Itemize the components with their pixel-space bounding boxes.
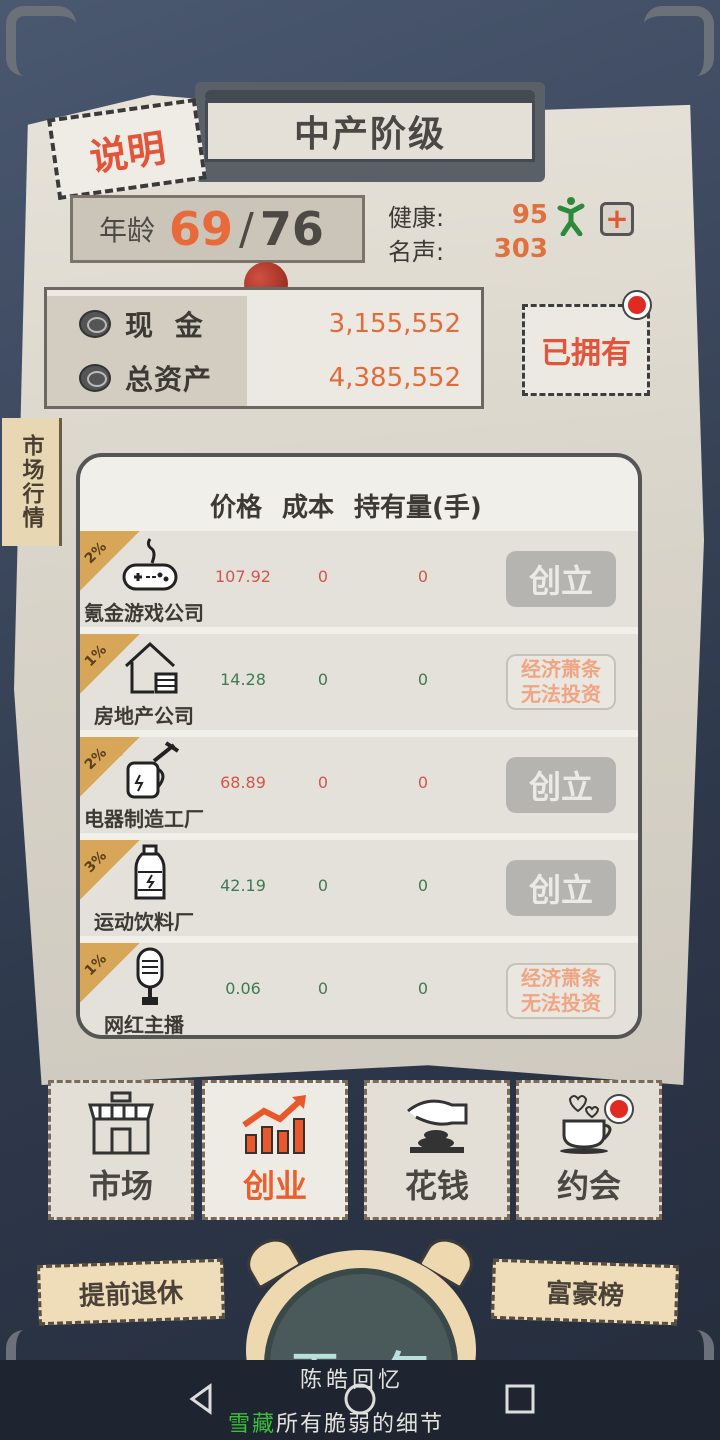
price-value: 107.92 (215, 567, 271, 586)
watermark-line2: 雪藏所有脆弱的细节 (228, 1406, 444, 1438)
bottle-icon (134, 844, 166, 900)
cost-value: 0 (317, 567, 329, 586)
watermark-rest: 所有脆弱的细节 (276, 1412, 445, 1437)
assets-label: 总资产 (125, 363, 213, 396)
age-panel: 年龄 69 / 76 (70, 195, 365, 263)
back-icon[interactable] (184, 1382, 218, 1416)
watermark-green: 雪藏 (228, 1412, 277, 1437)
header-holding: 持有量(手) (354, 493, 482, 523)
market-header: 价格 成本 持有量(手) (210, 487, 482, 524)
company-name: 运动饮料厂 (94, 910, 194, 934)
price-value: 68.89 (220, 773, 266, 792)
class-title-plate: 中产阶级 (195, 82, 545, 182)
early-retire-button[interactable]: 提前退休 (37, 1258, 225, 1326)
owned-button[interactable]: 已拥有 (522, 304, 650, 396)
recession-blocked-button[interactable]: 经济萧条 无法投资 (506, 654, 616, 710)
notification-dot (606, 1096, 632, 1122)
found-button[interactable]: 创立 (506, 757, 616, 813)
tab-startup[interactable]: 创业 (202, 1080, 348, 1220)
price-value: 0.06 (225, 979, 261, 998)
holding-value: 0 (417, 773, 429, 792)
tab-market[interactable]: 市场 (48, 1080, 194, 1220)
fame-label: 名声: (388, 237, 445, 266)
price-value: 14.28 (220, 670, 266, 689)
market-table: 价格 成本 持有量(手) 2% 氪金游戏公司 107.92 0 0 创立 1% … (76, 453, 642, 1039)
watermark-line1: 陈皓回忆 (300, 1368, 405, 1393)
holding-value: 0 (417, 567, 429, 586)
recession-blocked-button[interactable]: 经济萧条 无法投资 (506, 963, 616, 1019)
money-panel: 现 金 3,155,552 总资产 4,385,552 (44, 287, 484, 409)
table-row: 3% 运动饮料厂 42.19 0 0 创立 (80, 840, 638, 936)
table-row: 2% 电器制造工厂 68.89 0 0 创立 (80, 737, 638, 833)
blocked-line1: 经济萧条 (521, 657, 601, 681)
tab-label: 花钱 (404, 1167, 469, 1205)
cost-value: 0 (317, 773, 329, 792)
health-value: 95 (511, 200, 548, 230)
assets-value: 4,385,552 (328, 363, 461, 393)
blocked-line2: 无法投资 (521, 682, 601, 706)
cost-value: 0 (317, 979, 329, 998)
header-price: 价格 (210, 493, 263, 523)
age-max: 76 (259, 202, 324, 256)
holding-value: 0 (417, 670, 429, 689)
cost-value: 0 (317, 670, 329, 689)
running-person-icon (557, 197, 585, 236)
cash-label: 现 金 (125, 309, 209, 342)
shop-icon (88, 1091, 154, 1155)
coin-icon (79, 310, 111, 338)
frame-corner (6, 6, 76, 76)
blocked-line2: 无法投资 (521, 991, 601, 1015)
age-current: 69 (169, 202, 234, 256)
house-icon (124, 641, 178, 694)
company-name: 电器制造工厂 (84, 807, 204, 831)
cash-value: 3,155,552 (328, 309, 461, 339)
recents-icon[interactable] (503, 1382, 537, 1416)
table-row: 2% 氪金游戏公司 107.92 0 0 创立 (80, 531, 638, 627)
fame-value: 303 (493, 234, 548, 264)
company-name: 网红主播 (104, 1013, 184, 1037)
hand-coin-icon (407, 1099, 468, 1153)
age-separator: / (239, 203, 254, 255)
holding-value: 0 (417, 979, 429, 998)
add-health-button[interactable]: + (600, 202, 634, 236)
health-label: 健康: (388, 203, 445, 232)
kettle-hammer-icon (126, 741, 180, 799)
table-row: 1% 网红主播 0.06 0 0 经济萧条 无法投资 (80, 943, 638, 1037)
class-title: 中产阶级 (205, 100, 535, 162)
table-row: 1% 房地产公司 14.28 0 0 经济萧条 无法投资 (80, 634, 638, 730)
cost-value: 0 (317, 876, 329, 895)
found-button[interactable]: 创立 (506, 860, 616, 916)
notification-dot (624, 292, 650, 318)
chart-up-icon (242, 1095, 306, 1154)
age-label: 年龄 (99, 214, 156, 247)
tab-label: 创业 (242, 1167, 307, 1205)
tab-label: 市场 (88, 1167, 153, 1205)
gamepad-icon (122, 538, 178, 591)
stats-panel: 健康: 95 名声: 303 (388, 198, 548, 266)
holding-value: 0 (417, 876, 429, 895)
tab-label: 约会 (556, 1167, 621, 1205)
bottom-tabs: 市场 创业 花钱 约会 (48, 1080, 664, 1222)
company-name: 氪金游戏公司 (84, 601, 204, 625)
coin-stack-icon (79, 364, 111, 392)
frame-corner (644, 6, 714, 76)
header-cost: 成本 (282, 493, 335, 523)
blocked-line1: 经济萧条 (521, 966, 601, 990)
company-name: 房地产公司 (94, 704, 194, 728)
tab-spend[interactable]: 花钱 (364, 1080, 510, 1220)
rich-list-button[interactable]: 富豪榜 (491, 1258, 679, 1326)
market-quotes-tab[interactable]: 市场行情 (2, 418, 62, 546)
price-value: 42.19 (220, 876, 266, 895)
found-button[interactable]: 创立 (506, 551, 616, 607)
tab-dating[interactable]: 约会 (516, 1080, 662, 1220)
microphone-icon (136, 947, 164, 1005)
